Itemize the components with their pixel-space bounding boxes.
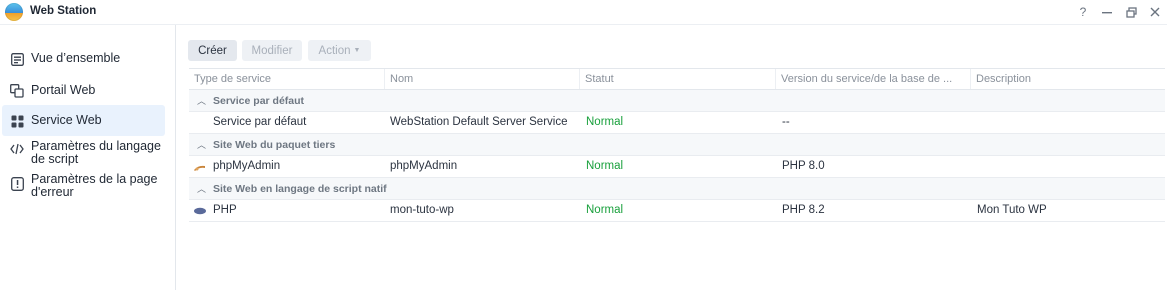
close-button[interactable] — [1146, 3, 1164, 21]
window-title: Web Station — [30, 5, 97, 17]
web-station-app-icon — [5, 3, 23, 21]
table-row[interactable]: phpMyAdmin phpMyAdmin Normal PHP 8.0 — [189, 156, 1165, 178]
sidebar-item-script-settings[interactable]: Paramètres du langage de script — [2, 140, 165, 170]
modify-button[interactable]: Modifier — [242, 40, 302, 61]
table-header: Type de service Nom Statut Version du se… — [189, 68, 1165, 90]
cell-type: Service par défaut — [213, 116, 307, 128]
column-header-version[interactable]: Version du service/de la base de ... — [781, 73, 952, 85]
sidebar-item-label: Paramètres du langage de script — [31, 139, 161, 166]
sidebar-item-web-portal[interactable]: Portail Web — [2, 80, 165, 102]
group-label: Service par défaut — [213, 95, 305, 107]
table-row[interactable]: Service par défaut WebStation Default Se… — [189, 112, 1165, 134]
cell-type: PHP — [213, 204, 237, 216]
column-divider — [579, 69, 580, 89]
column-divider — [384, 69, 385, 89]
sidebar-item-label: Service Web — [31, 113, 102, 127]
sidebar-item-error-page[interactable]: Paramètres de la page d'erreur — [2, 173, 165, 203]
close-icon — [1150, 7, 1160, 17]
chevron-up-icon: ︿ — [197, 184, 207, 194]
minimize-button[interactable] — [1098, 3, 1116, 21]
sidebar-item-label: Vue d’ensemble — [31, 51, 121, 65]
error-icon — [10, 177, 24, 191]
column-header-description[interactable]: Description — [976, 73, 1031, 85]
action-button-label: Action — [318, 44, 351, 57]
restore-button[interactable] — [1122, 3, 1140, 21]
column-header-name[interactable]: Nom — [390, 73, 413, 85]
portal-icon — [10, 84, 24, 98]
chevron-up-icon: ︿ — [197, 96, 207, 106]
group-header-third-party[interactable]: ︿ Site Web du paquet tiers — [189, 134, 1165, 156]
cell-name: phpMyAdmin — [390, 160, 458, 172]
table-row[interactable]: PHP mon-tuto-wp Normal PHP 8.2 Mon Tuto … — [189, 200, 1165, 222]
restore-icon — [1125, 6, 1137, 18]
column-divider — [775, 69, 776, 89]
sidebar-item-label: Paramètres de la page d'erreur — [31, 172, 158, 199]
cell-version: -- — [782, 116, 790, 128]
cell-version: PHP 8.2 — [782, 204, 825, 216]
sidebar: Vue d’ensemble Portail Web Service Web P… — [0, 25, 176, 290]
cell-description: Mon Tuto WP — [977, 204, 1047, 216]
group-header-default[interactable]: ︿ Service par défaut — [189, 90, 1165, 112]
action-dropdown-button[interactable]: Action ▼ — [308, 40, 371, 61]
group-label: Site Web en langage de script natif — [213, 183, 387, 195]
column-header-status[interactable]: Statut — [585, 73, 614, 85]
group-label: Site Web du paquet tiers — [213, 139, 336, 151]
cell-type: phpMyAdmin — [213, 160, 281, 172]
column-divider — [970, 69, 971, 89]
cell-version: PHP 8.0 — [782, 160, 825, 172]
cell-status: Normal — [586, 204, 624, 216]
grid-icon — [10, 114, 24, 128]
cell-status: Normal — [586, 116, 624, 128]
column-header-type[interactable]: Type de service — [194, 73, 271, 85]
sidebar-item-overview[interactable]: Vue d’ensemble — [2, 48, 165, 70]
create-button[interactable]: Créer — [188, 40, 237, 61]
phpmyadmin-icon — [194, 165, 205, 171]
caret-down-icon: ▼ — [353, 47, 361, 54]
sidebar-item-label: Portail Web — [31, 83, 96, 97]
group-header-native-script[interactable]: ︿ Site Web en langage de script natif — [189, 178, 1165, 200]
cell-name: WebStation Default Server Service — [390, 116, 568, 128]
sidebar-item-web-service[interactable]: Service Web — [2, 105, 165, 136]
cell-status: Normal — [586, 160, 624, 172]
php-icon — [194, 207, 206, 215]
help-button[interactable]: ? — [1074, 3, 1092, 21]
list-panel-icon — [10, 52, 24, 66]
minimize-icon — [1102, 12, 1112, 14]
chevron-up-icon: ︿ — [197, 140, 207, 150]
cell-name: mon-tuto-wp — [390, 204, 454, 216]
title-bar: Web Station ? — [0, 0, 1167, 25]
code-icon — [10, 142, 24, 156]
